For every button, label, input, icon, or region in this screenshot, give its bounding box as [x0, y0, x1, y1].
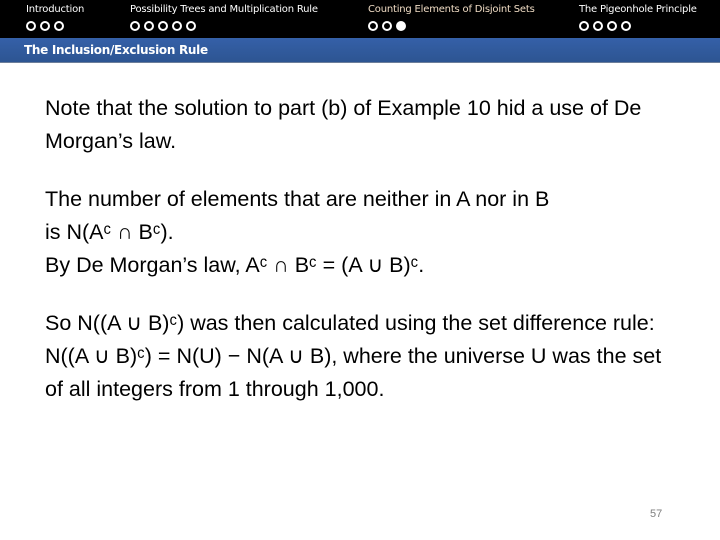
nav-dot-icon[interactable]	[186, 21, 196, 31]
nav-dot-icon[interactable]	[621, 21, 631, 31]
nav-section-title[interactable]: Introduction	[26, 4, 84, 15]
nav-section-title[interactable]: Possibility Trees and Multiplication Rul…	[130, 4, 318, 15]
nav-dot-current-icon[interactable]	[396, 21, 406, 31]
nav-dot-icon[interactable]	[607, 21, 617, 31]
paragraph-text: So N((A ∪ B)ᶜ) was then calculated using…	[45, 311, 662, 401]
nav-dot-icon[interactable]	[26, 21, 36, 31]
paragraph-neither-count: The number of elements that are neither …	[45, 183, 685, 282]
paragraph-set-difference: So N((A ∪ B)ᶜ) was then calculated using…	[45, 307, 685, 406]
nav-dots	[26, 21, 84, 31]
slide-body: Note that the solution to part (b) of Ex…	[45, 92, 685, 431]
nav-dot-icon[interactable]	[144, 21, 154, 31]
page-number: 57	[650, 508, 663, 520]
nav-dot-icon[interactable]	[368, 21, 378, 31]
nav-dot-icon[interactable]	[593, 21, 603, 31]
nav-section-title[interactable]: Counting Elements of Disjoint Sets	[368, 4, 535, 15]
nav-dot-icon[interactable]	[172, 21, 182, 31]
paragraph-text: Note that the solution to part (b) of Ex…	[45, 96, 642, 153]
nav-section-title[interactable]: The Pigeonhole Principle	[579, 4, 697, 15]
subsection-bar: The Inclusion/Exclusion Rule	[0, 38, 720, 63]
paragraph-line: is N(Aᶜ ∩ Bᶜ).	[45, 220, 174, 244]
nav-dots	[368, 21, 535, 31]
nav-section-counting-elements[interactable]: Counting Elements of Disjoint Sets	[368, 4, 535, 31]
nav-dots	[130, 21, 318, 31]
nav-dot-icon[interactable]	[40, 21, 50, 31]
nav-dot-icon[interactable]	[130, 21, 140, 31]
nav-section-pigeonhole[interactable]: The Pigeonhole Principle	[579, 4, 697, 31]
navigation-header: Introduction Possibility Trees and Multi…	[0, 0, 720, 38]
nav-dot-icon[interactable]	[54, 21, 64, 31]
nav-dot-icon[interactable]	[382, 21, 392, 31]
nav-section-possibility-trees[interactable]: Possibility Trees and Multiplication Rul…	[130, 4, 318, 31]
paragraph-line: The number of elements that are neither …	[45, 187, 550, 211]
nav-section-introduction[interactable]: Introduction	[26, 4, 84, 31]
nav-dot-icon[interactable]	[579, 21, 589, 31]
paragraph-de-morgan-note: Note that the solution to part (b) of Ex…	[45, 92, 685, 158]
paragraph-line: By De Morgan’s law, Aᶜ ∩ Bᶜ = (A ∪ B)ᶜ.	[45, 253, 425, 277]
subsection-title: The Inclusion/Exclusion Rule	[24, 43, 208, 57]
nav-dot-icon[interactable]	[158, 21, 168, 31]
nav-dots	[579, 21, 697, 31]
